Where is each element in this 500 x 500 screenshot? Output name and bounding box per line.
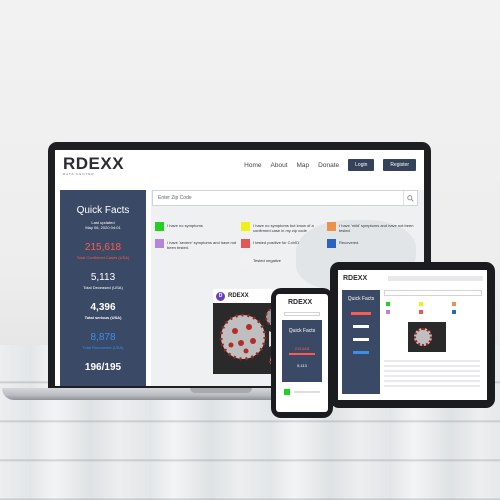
legend-item[interactable]: [155, 257, 241, 266]
legend-item[interactable]: I have 'severe' symptoms and have not be…: [155, 239, 241, 250]
legend-swatch-empty: [155, 257, 164, 266]
stat-recovered-label: Total Recovered (USA): [82, 345, 124, 350]
phone-legend-swatch: [284, 389, 290, 395]
legend-item[interactable]: Recovered: [327, 239, 415, 250]
phone-legend-text: [294, 391, 320, 393]
phone-qf-title: Quick Facts: [288, 328, 316, 334]
card-avatar-badge: D: [216, 291, 225, 301]
status-legend: I have no symptoms I have no symptoms bu…: [155, 222, 415, 266]
tablet-qf-stat: [353, 325, 369, 328]
legend-label: Recovered: [339, 240, 359, 246]
site-logo[interactable]: RDEXX DATA CENTER: [63, 155, 124, 176]
tablet-legend-swatch: [419, 302, 423, 306]
tablet-qf-stat: [353, 338, 369, 341]
tablet-qf-stat: [353, 351, 369, 354]
legend-swatch-purple: [155, 239, 164, 249]
legend-item[interactable]: Tested negative: [241, 256, 327, 266]
stat-serious-label: Total serious (USA): [84, 315, 122, 320]
tablet-qf-stat: [351, 312, 371, 315]
search-icon: [407, 194, 414, 202]
legend-label: Tested negative: [253, 257, 282, 263]
tablet-nav: [388, 276, 483, 281]
phone-qf-confirmed: 215,618: [294, 346, 310, 351]
phone-logo: RDEXX: [288, 299, 313, 306]
quick-facts-panel: Quick Facts Last updated May 06, 2020 04…: [60, 190, 146, 386]
legend-label: I have no symptoms but know of a confirm…: [253, 223, 314, 233]
legend-swatch-yellow: [241, 222, 250, 231]
card-logo-text: RDEXX: [228, 293, 249, 299]
stat-confirmed-value: 215,618: [84, 242, 122, 253]
tablet-legend-swatch: [419, 310, 423, 314]
legend-swatch-white: [241, 256, 250, 266]
stat-serious-value: 4,396: [90, 302, 116, 313]
logo-subtitle: DATA CENTER: [63, 171, 95, 176]
legend-item[interactable]: I have 'mild' symptoms and have not been…: [327, 222, 415, 233]
legend-label: I have 'severe' symptoms and have not be…: [167, 240, 237, 251]
tablet-quick-facts-panel: Quick Facts: [342, 290, 380, 394]
stat-deceased-label: Total Deceased (USA): [83, 285, 123, 290]
phone-quick-facts-panel: Quick Facts 215,618 5,113: [282, 320, 322, 382]
main-nav: Home About Map Donate Login Register: [244, 159, 416, 171]
legend-label: I have no symptoms: [167, 223, 203, 228]
tablet-legend-swatch: [452, 310, 456, 314]
tablet-qf-title: Quick Facts: [347, 296, 375, 302]
last-updated-date: May 06, 2020 04:01: [85, 225, 121, 230]
register-button[interactable]: Register: [383, 159, 416, 171]
login-button[interactable]: Login: [348, 159, 375, 171]
tablet-legend-swatch: [386, 302, 390, 306]
legend-label: I tested positive for CoViD: [253, 240, 300, 246]
legend-item[interactable]: I have no symptoms but know of a confirm…: [241, 222, 327, 233]
tablet-virus-image: [408, 322, 446, 352]
tablet-logo: RDEXX: [343, 275, 368, 282]
phone-qf-label-bar: [289, 353, 315, 355]
zip-search-bar: Enter Zip Code: [152, 190, 418, 206]
legend-label: I have 'mild' symptoms and have not been…: [339, 223, 414, 233]
legend-swatch-orange: [327, 222, 336, 231]
laptop-notch: [190, 388, 252, 393]
phone-qf-deceased: 5,113: [297, 363, 307, 368]
tablet-text-lines: [384, 360, 480, 390]
site-header: RDEXX DATA CENTER Home About Map Donate …: [55, 150, 424, 180]
zip-code-input[interactable]: Enter Zip Code: [158, 195, 403, 201]
nav-donate[interactable]: Donate: [318, 162, 339, 169]
nav-map[interactable]: Map: [297, 162, 310, 169]
stat-deceased-value: 5,113: [90, 272, 116, 283]
legend-item[interactable]: I have no symptoms: [155, 222, 241, 233]
stat-ratio-value: 196/195: [84, 362, 122, 373]
tablet-legend-swatch: [452, 302, 456, 306]
legend-swatch-green: [155, 222, 164, 231]
stat-confirmed-label: Total Confirmed Cases (USA): [76, 255, 130, 260]
quick-facts-title: Quick Facts: [76, 205, 130, 216]
legend-swatch-blue: [327, 239, 336, 249]
tablet-legend-swatch: [386, 310, 390, 314]
tablet-screen: RDEXX Quick Facts: [338, 270, 487, 400]
logo-text: RDEXX: [63, 153, 125, 173]
tablet-virus-shape: [414, 328, 432, 346]
legend-item[interactable]: I tested positive for CoViD: [241, 239, 327, 250]
search-button[interactable]: [403, 191, 417, 205]
tablet-legend: [386, 302, 482, 314]
phone-search-bar[interactable]: [284, 312, 320, 316]
stat-recovered-value: 8,878: [90, 332, 116, 343]
phone-screen: RDEXX Quick Facts 215,618 5,113: [276, 294, 328, 412]
legend-swatch-red: [241, 239, 250, 249]
tablet-search-bar[interactable]: [384, 290, 482, 296]
nav-about[interactable]: About: [271, 162, 288, 169]
nav-home[interactable]: Home: [244, 162, 261, 169]
